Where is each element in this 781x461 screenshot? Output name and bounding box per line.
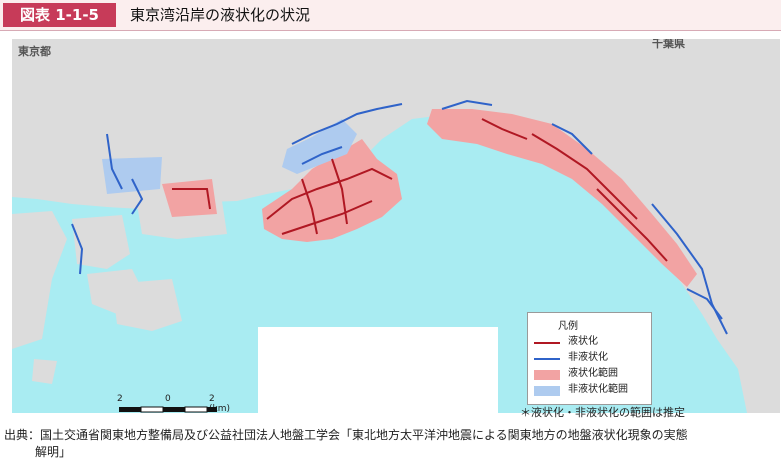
figure-title: 東京湾沿岸の液状化の状況 xyxy=(130,6,311,24)
source-citation-continued: 解明」 xyxy=(35,445,72,459)
non-liquefaction-line-swatch xyxy=(534,351,560,365)
legend-label: 非液状化 xyxy=(568,352,608,363)
region-label-chiba: 千葉県 xyxy=(652,39,685,50)
region-label-tokyo: 東京都 xyxy=(18,45,51,58)
map-graphic xyxy=(12,39,780,413)
legend-title: 凡例 xyxy=(558,321,578,332)
legend-item-liquefaction-area: 液状化範囲 xyxy=(534,367,649,381)
header-divider xyxy=(0,30,781,31)
legend-item-non-liquefaction-area: 非液状化範囲 xyxy=(534,383,649,397)
scale-bar-graphic xyxy=(119,406,217,413)
scale-label-center: 0 xyxy=(165,394,171,404)
liquefaction-map: 東京都 千葉県 xyxy=(12,39,780,413)
scale-label-left: 2 xyxy=(117,394,123,404)
legend-label: 液状化範囲 xyxy=(568,368,618,379)
scale-bar: 2 0 2 (km) xyxy=(117,394,237,414)
non-liquefaction-area-swatch xyxy=(534,383,560,397)
blank-area xyxy=(258,327,498,413)
legend-item-non-liquefaction: 非液状化 xyxy=(534,351,649,365)
figure-number: 図表 1-1-5 xyxy=(3,3,116,27)
liquefaction-area-swatch xyxy=(534,367,560,381)
legend-label: 液状化 xyxy=(568,336,598,347)
source-citation: 出典：国土交通省関東地方整備局及び公益社団法人地盤工学会「東北地方太平洋沖地震に… xyxy=(4,428,688,442)
legend-label: 非液状化範囲 xyxy=(568,384,628,395)
land-island-4 xyxy=(112,279,182,331)
estimate-note: ＊液状化・非液状化の範囲は推定 xyxy=(520,406,685,419)
legend-item-liquefaction: 液状化 xyxy=(534,335,649,349)
map-legend: 凡例 液状化 非液状化 液状化範囲 非液状化範囲 xyxy=(527,312,652,405)
liquefaction-line-swatch xyxy=(534,335,560,349)
figure-header: 図表 1-1-5 東京湾沿岸の液状化の状況 xyxy=(0,0,781,30)
